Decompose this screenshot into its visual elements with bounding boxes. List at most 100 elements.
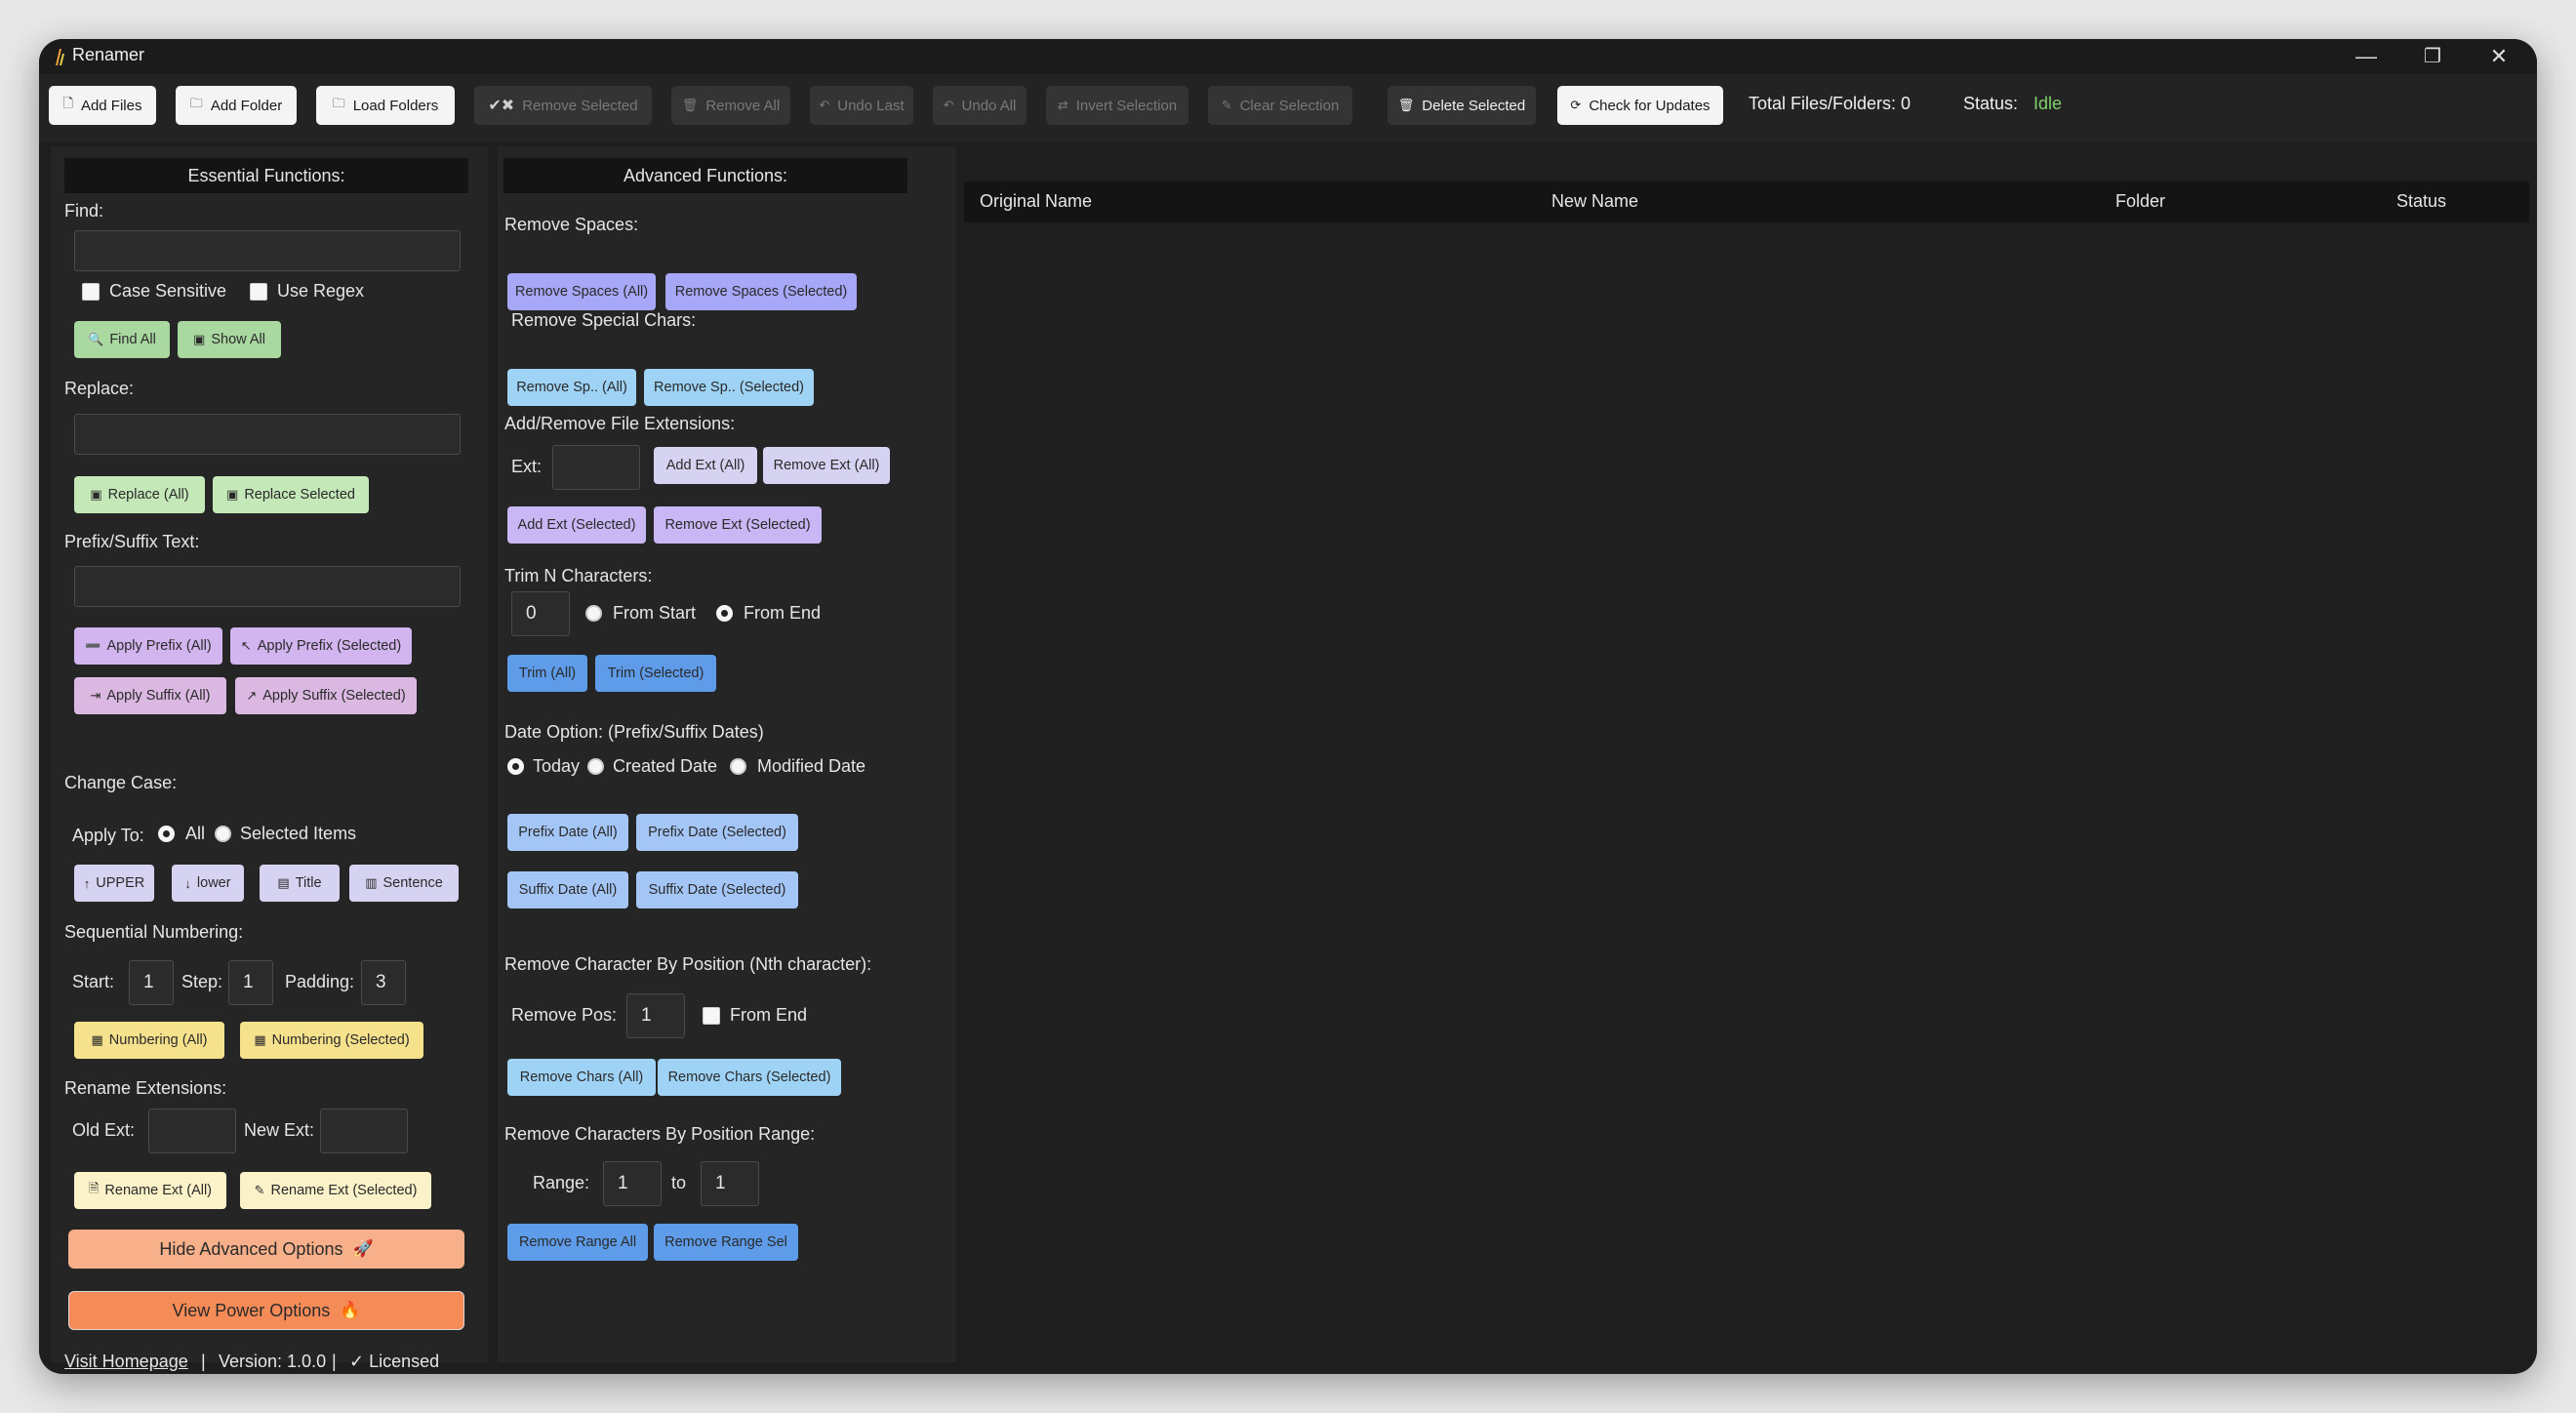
- hide-advanced-label: Hide Advanced Options: [159, 1238, 343, 1259]
- remove-spaces-all-button[interactable]: Remove Spaces (All): [507, 273, 656, 310]
- trim-from-end-label: From End: [744, 603, 822, 623]
- suffix-date-selected-button[interactable]: Suffix Date (Selected): [636, 871, 798, 908]
- remove-chars-selected-button[interactable]: Remove Chars (Selected): [658, 1059, 841, 1096]
- total-count: Total Files/Folders: 0: [1749, 94, 1912, 113]
- rename-ext-all-button[interactable]: 🗎 Rename Ext (All): [74, 1172, 226, 1209]
- column-header-original-name[interactable]: Original Name: [980, 191, 1092, 212]
- delete-selected-button[interactable]: 🗑 Delete Selected: [1388, 86, 1536, 125]
- find-all-button[interactable]: 🔍 Find All: [74, 321, 170, 358]
- add-files-button[interactable]: 🗋 Add Files: [49, 86, 156, 125]
- remove-range-selected-button[interactable]: Remove Range Sel: [654, 1224, 798, 1261]
- numbering-selected-button[interactable]: ▦ Numbering (Selected): [240, 1022, 423, 1059]
- trim-selected-button[interactable]: Trim (Selected): [595, 655, 716, 692]
- apply-suffix-selected-button[interactable]: ↗ Apply Suffix (Selected): [235, 677, 417, 714]
- case-sensitive-checkbox[interactable]: [82, 283, 100, 301]
- invert-selection-button[interactable]: ⇄ Invert Selection: [1046, 86, 1188, 125]
- old-ext-label: Old Ext:: [72, 1120, 136, 1140]
- load-folders-label: Load Folders: [352, 97, 439, 114]
- minimize-button[interactable]: —: [2342, 43, 2391, 70]
- case-sensitive-label: Case Sensitive: [109, 281, 227, 301]
- numbering-all-button[interactable]: ▦ Numbering (All): [74, 1022, 224, 1059]
- apply-to-selected-radio[interactable]: [215, 826, 231, 842]
- hide-advanced-options-button[interactable]: Hide Advanced Options 🚀: [68, 1230, 464, 1269]
- add-ext-all-button[interactable]: Add Ext (All): [654, 447, 757, 484]
- trim-count-input[interactable]: 0: [511, 591, 570, 636]
- undo-all-button[interactable]: ↶ Undo All: [933, 86, 1026, 125]
- from-end-checkbox[interactable]: [703, 1007, 720, 1025]
- restore-button[interactable]: ❐: [2408, 43, 2457, 70]
- sentence-case-button[interactable]: ▥ Sentence: [349, 865, 459, 902]
- prefix-suffix-input[interactable]: [74, 566, 461, 607]
- column-header-status[interactable]: Status: [2396, 191, 2446, 212]
- column-header-folder[interactable]: Folder: [2115, 191, 2165, 212]
- padding-input[interactable]: 3: [361, 960, 406, 1005]
- remove-spaces-selected-button[interactable]: Remove Spaces (Selected): [665, 273, 857, 310]
- date-created-radio[interactable]: [587, 758, 604, 775]
- prefix-date-all-button[interactable]: Prefix Date (All): [507, 814, 628, 851]
- lower-case-button[interactable]: ↓ lower: [172, 865, 244, 902]
- start-input[interactable]: 1: [129, 960, 174, 1005]
- replace-all-button[interactable]: ▣ Replace (All): [74, 476, 205, 513]
- remove-pos-input[interactable]: 1: [626, 993, 685, 1038]
- remove-all-button[interactable]: 🗑 Remove All: [671, 86, 790, 125]
- suffix-date-all-button[interactable]: Suffix Date (All): [507, 871, 628, 908]
- add-ext-selected-button[interactable]: Add Ext (Selected): [507, 506, 646, 544]
- rename-ext-all-label: Rename Ext (All): [104, 1183, 213, 1198]
- visit-homepage-link[interactable]: Visit Homepage: [64, 1352, 188, 1372]
- step-input[interactable]: 1: [228, 960, 273, 1005]
- apply-suffix-all-button[interactable]: ⇥ Apply Suffix (All): [74, 677, 226, 714]
- trim-from-end-radio[interactable]: [716, 605, 733, 622]
- date-today-radio[interactable]: [507, 758, 524, 775]
- trim-from-start-radio[interactable]: [585, 605, 602, 622]
- remove-special-all-button[interactable]: Remove Sp.. (All): [507, 369, 636, 406]
- upper-case-button[interactable]: ↑ UPPER: [74, 865, 154, 902]
- new-ext-input[interactable]: [320, 1109, 408, 1153]
- clear-selection-button[interactable]: ✎ Clear Selection: [1208, 86, 1352, 125]
- date-option-label: Date Option: (Prefix/Suffix Dates): [504, 722, 764, 742]
- column-header-new-name[interactable]: New Name: [1551, 191, 1638, 212]
- remove-special-selected-button[interactable]: Remove Sp.. (Selected): [644, 369, 814, 406]
- view-power-options-button[interactable]: View Power Options 🔥: [68, 1291, 464, 1330]
- replace-selected-icon: ▣: [226, 487, 239, 502]
- upper-icon: ↑: [83, 875, 91, 891]
- remove-range-label: Remove Characters By Position Range:: [504, 1124, 816, 1144]
- use-regex-checkbox[interactable]: [250, 283, 267, 301]
- close-button[interactable]: ✕: [2475, 43, 2523, 70]
- undo-last-button[interactable]: ↶ Undo Last: [810, 86, 913, 125]
- remove-selected-button[interactable]: ✔✖ Remove Selected: [474, 86, 652, 125]
- range-to-input[interactable]: 1: [701, 1161, 759, 1206]
- apply-to-all-label: All: [185, 824, 206, 843]
- rename-ext-selected-button[interactable]: ✎ Rename Ext (Selected): [240, 1172, 431, 1209]
- change-case-label: Change Case:: [64, 773, 178, 792]
- add-folder-button[interactable]: 🗀 Add Folder: [176, 86, 297, 125]
- ext-input[interactable]: [552, 445, 640, 490]
- title-case-button[interactable]: ▤ Title: [260, 865, 340, 902]
- show-all-button[interactable]: ▣ Show All: [178, 321, 281, 358]
- apply-prefix-all-button[interactable]: ➖ Apply Prefix (All): [74, 627, 222, 665]
- file-table[interactable]: Original Name New Name Folder Status: [964, 146, 2529, 1362]
- replace-input[interactable]: [74, 414, 461, 455]
- apply-to-all-radio[interactable]: [158, 826, 175, 842]
- apply-prefix-selected-button[interactable]: ↖ Apply Prefix (Selected): [230, 627, 412, 665]
- load-folders-button[interactable]: 🗀 Load Folders: [316, 86, 455, 125]
- old-ext-input[interactable]: [148, 1109, 236, 1153]
- use-regex-label: Use Regex: [277, 281, 365, 301]
- invert-selection-label: Invert Selection: [1075, 97, 1178, 114]
- prefix-date-selected-button[interactable]: Prefix Date (Selected): [636, 814, 798, 851]
- date-modified-radio[interactable]: [730, 758, 746, 775]
- trim-all-button[interactable]: Trim (All): [507, 655, 587, 692]
- footer-separator: |: [201, 1352, 206, 1371]
- new-ext-label: New Ext:: [244, 1120, 315, 1140]
- rename-ext-selected-label: Rename Ext (Selected): [270, 1183, 418, 1198]
- check-updates-button[interactable]: ⟳ Check for Updates: [1557, 86, 1723, 125]
- suffix-icon: ⇥: [90, 688, 101, 703]
- find-input[interactable]: [74, 230, 461, 271]
- range-from-input[interactable]: 1: [603, 1161, 662, 1206]
- remove-spaces-label: Remove Spaces:: [504, 215, 639, 234]
- remove-ext-all-button[interactable]: Remove Ext (All): [763, 447, 890, 484]
- remove-ext-selected-button[interactable]: Remove Ext (Selected): [654, 506, 822, 544]
- title-bar[interactable]: Renamer — ❐ ✕: [39, 39, 2537, 74]
- replace-selected-button[interactable]: ▣ Replace Selected: [213, 476, 369, 513]
- remove-range-all-button[interactable]: Remove Range All: [507, 1224, 648, 1261]
- remove-chars-all-button[interactable]: Remove Chars (All): [507, 1059, 656, 1096]
